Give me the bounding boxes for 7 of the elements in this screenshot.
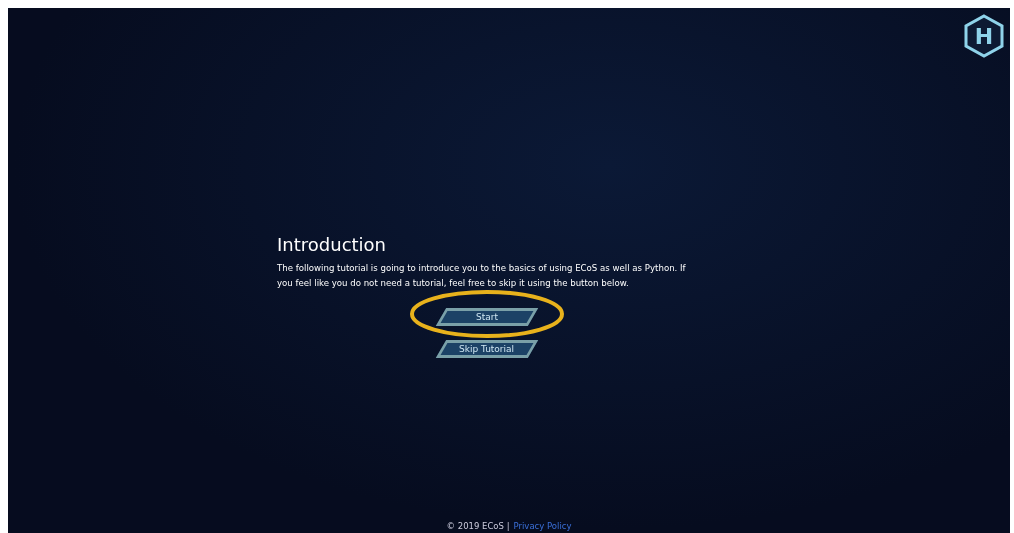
- tutorial-button[interactable]: Skip Tutorial: [435, 340, 539, 358]
- tutorial-button[interactable]: Start: [435, 308, 539, 326]
- logo[interactable]: H: [964, 14, 1004, 58]
- privacy-policy-link[interactable]: Privacy Policy: [513, 521, 572, 531]
- intro-text: The following tutorial is going to introduce you to the basics of using ECoS as well as Python. If you feel like you do not need a tutorial, feel free to skip it using the button below.: [277, 262, 687, 290]
- copyright-text: © 2019 ECoS |: [446, 521, 510, 531]
- intro-title: Introduction: [277, 234, 387, 255]
